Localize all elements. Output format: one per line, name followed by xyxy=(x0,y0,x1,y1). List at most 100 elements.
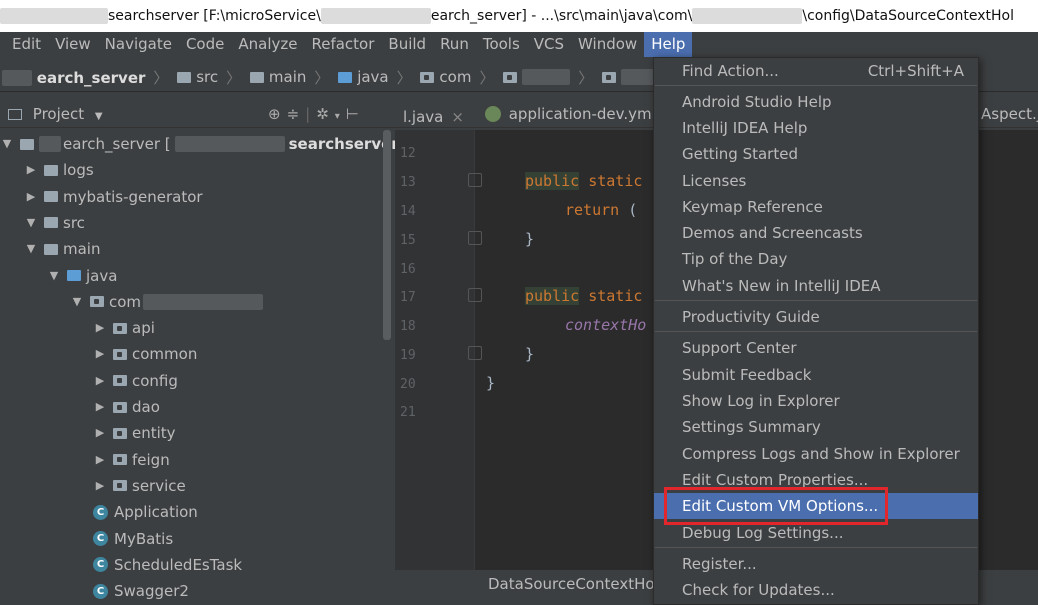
menu-vcs[interactable]: VCS xyxy=(527,32,571,57)
menu-item-label: Keymap Reference xyxy=(682,198,823,216)
tree-node-mybatis[interactable]: C MyBatis xyxy=(93,526,173,552)
tree-node-label: Swagger2 xyxy=(114,582,189,601)
chevron-down-icon[interactable]: ▾ xyxy=(335,111,346,122)
menu-separator xyxy=(655,331,977,332)
collapse-arrow-icon[interactable]: ▶ xyxy=(93,368,107,394)
tab-java-file[interactable]: l.java × xyxy=(395,103,472,131)
menu-item-support-center[interactable]: Support Center xyxy=(654,335,978,361)
tree-node-feign[interactable]: ▶ feign xyxy=(93,447,170,473)
redacted-block xyxy=(2,70,32,86)
tree-node-api[interactable]: ▶ api xyxy=(93,315,155,341)
fold-icon[interactable] xyxy=(468,173,482,187)
tree-node-application[interactable]: C Application xyxy=(93,499,198,525)
tree-scrollbar[interactable] xyxy=(383,130,391,340)
close-icon[interactable]: × xyxy=(451,103,464,131)
project-panel-header: Project ▼ ⊕≑|✲▾⊢ xyxy=(0,100,395,128)
chevron-down-icon[interactable]: ▼ xyxy=(95,111,103,122)
tree-node-logs[interactable]: ▶ logs xyxy=(24,157,94,183)
breadcrumb-com[interactable]: com xyxy=(420,62,471,92)
tree-node-scheduledestask[interactable]: C ScheduledEsTask xyxy=(93,552,242,578)
menu-item-what-s-new-in-intellij-idea[interactable]: What's New in IntelliJ IDEA xyxy=(654,273,978,299)
project-tree: ▼ earch_server [searchserver] ▶ logs ▶ mybati… xyxy=(0,130,406,605)
tree-node-mybatis-generator[interactable]: ▶ mybatis-generator xyxy=(24,184,203,210)
gear-icon[interactable]: ✲ xyxy=(316,105,335,123)
menu-item-show-log-in-explorer[interactable]: Show Log in Explorer xyxy=(654,388,978,414)
breadcrumb-src[interactable]: src xyxy=(177,62,218,92)
collapse-arrow-icon[interactable]: ▶ xyxy=(93,447,107,473)
tree-node-java[interactable]: ▼ java xyxy=(47,263,118,289)
collapse-arrow-icon[interactable]: ▶ xyxy=(93,341,107,367)
menu-item-find-action[interactable]: Find Action... Ctrl+Shift+A xyxy=(654,58,978,84)
yml-file-icon xyxy=(484,106,501,122)
code-line-13: public static xyxy=(525,172,643,190)
collapse-arrow-icon[interactable]: ▶ xyxy=(93,315,107,341)
menu-analyze[interactable]: Analyze xyxy=(231,32,304,57)
breadcrumb-package[interactable] xyxy=(503,69,571,85)
collapse-icon[interactable]: ≑ xyxy=(287,105,306,123)
tree-node-config[interactable]: ▶ config xyxy=(93,368,178,394)
tree-node-com[interactable]: ▼ com xyxy=(70,289,264,315)
editor-breadcrumb-class[interactable]: DataSourceContextHol xyxy=(488,575,659,593)
menu-item-check-for-updates[interactable]: Check for Updates... xyxy=(654,577,978,603)
expand-arrow-icon[interactable]: ▼ xyxy=(0,131,14,157)
menu-navigate[interactable]: Navigate xyxy=(98,32,179,57)
redacted-block xyxy=(692,8,803,24)
menu-item-demos-and-screencasts[interactable]: Demos and Screencasts xyxy=(654,220,978,246)
tree-node-earch-server[interactable]: ▼ earch_server [searchserver] xyxy=(0,131,406,157)
fold-icon[interactable] xyxy=(468,288,482,302)
collapse-arrow-icon[interactable]: ▶ xyxy=(24,184,38,210)
collapse-arrow-icon[interactable]: ▶ xyxy=(93,473,107,499)
menu-window[interactable]: Window xyxy=(571,32,644,57)
menu-edit[interactable]: Edit xyxy=(0,32,48,57)
menu-item-licenses[interactable]: Licenses xyxy=(654,168,978,194)
menu-item-android-studio-help[interactable]: Android Studio Help xyxy=(654,89,978,115)
hide-icon[interactable]: ⊢ xyxy=(346,105,365,123)
expand-arrow-icon[interactable]: ▼ xyxy=(70,289,84,315)
expand-arrow-icon[interactable]: ▼ xyxy=(47,263,61,289)
menu-refactor[interactable]: Refactor xyxy=(304,32,381,57)
tab-application-dev-yml[interactable]: application-dev.yml xyxy=(477,100,664,128)
tree-node-label: Application xyxy=(114,503,198,522)
tree-node-label: earch_server [ xyxy=(63,135,171,153)
fold-icon[interactable] xyxy=(468,231,482,245)
menu-build[interactable]: Build xyxy=(381,32,433,57)
tree-node-service[interactable]: ▶ service xyxy=(93,473,186,499)
tree-node-swagger2[interactable]: C Swagger2 xyxy=(93,578,189,604)
menu-item-compress-logs-and-show-in-explorer[interactable]: Compress Logs and Show in Explorer xyxy=(654,441,978,467)
menu-item-submit-feedback[interactable]: Submit Feedback xyxy=(654,362,978,388)
menu-help[interactable]: Help xyxy=(644,32,693,57)
project-view-selector[interactable]: Project xyxy=(33,105,84,123)
tree-node-main[interactable]: ▼ main xyxy=(24,236,101,262)
collapse-arrow-icon[interactable]: ▶ xyxy=(93,420,107,446)
menu-item-productivity-guide[interactable]: Productivity Guide xyxy=(654,304,978,330)
tree-node-common[interactable]: ▶ common xyxy=(93,341,198,367)
expand-arrow-icon[interactable]: ▼ xyxy=(24,236,38,262)
expand-arrow-icon[interactable]: ▼ xyxy=(24,210,38,236)
sync-icon[interactable]: ⊕ xyxy=(268,105,287,123)
menu-item-keymap-reference[interactable]: Keymap Reference xyxy=(654,194,978,220)
code-line-17: public static xyxy=(525,287,643,305)
menu-item-getting-started[interactable]: Getting Started xyxy=(654,141,978,167)
menu-code[interactable]: Code xyxy=(179,32,231,57)
title-text-1: searchserver [F:\microService\ xyxy=(108,8,321,24)
tree-node-src[interactable]: ▼ src xyxy=(24,210,85,236)
menu-item-intellij-idea-help[interactable]: IntelliJ IDEA Help xyxy=(654,115,978,141)
code-line-18: contextHo xyxy=(565,316,647,334)
menu-item-register[interactable]: Register... xyxy=(654,551,978,577)
fold-icon[interactable] xyxy=(468,346,482,360)
breadcrumb-module[interactable]: earch_server xyxy=(37,63,146,93)
menu-view[interactable]: View xyxy=(48,32,98,57)
breadcrumb-java[interactable]: java xyxy=(338,62,389,92)
collapse-arrow-icon[interactable]: ▶ xyxy=(93,394,107,420)
breadcrumb-main[interactable]: main xyxy=(249,62,306,92)
tree-node-dao[interactable]: ▶ dao xyxy=(93,394,160,420)
menu-item-tip-of-the-day[interactable]: Tip of the Day xyxy=(654,246,978,272)
menu-tools[interactable]: Tools xyxy=(476,32,527,57)
menu-run[interactable]: Run xyxy=(433,32,476,57)
collapse-arrow-icon[interactable]: ▶ xyxy=(24,157,38,183)
tree-node-entity[interactable]: ▶ entity xyxy=(93,420,176,446)
tab-aspect[interactable]: Aspect.ja xyxy=(973,100,1038,128)
project-view-icon xyxy=(8,109,22,120)
menu-item-settings-summary[interactable]: Settings Summary xyxy=(654,414,978,440)
menu-item-label: Find Action... xyxy=(682,62,779,80)
